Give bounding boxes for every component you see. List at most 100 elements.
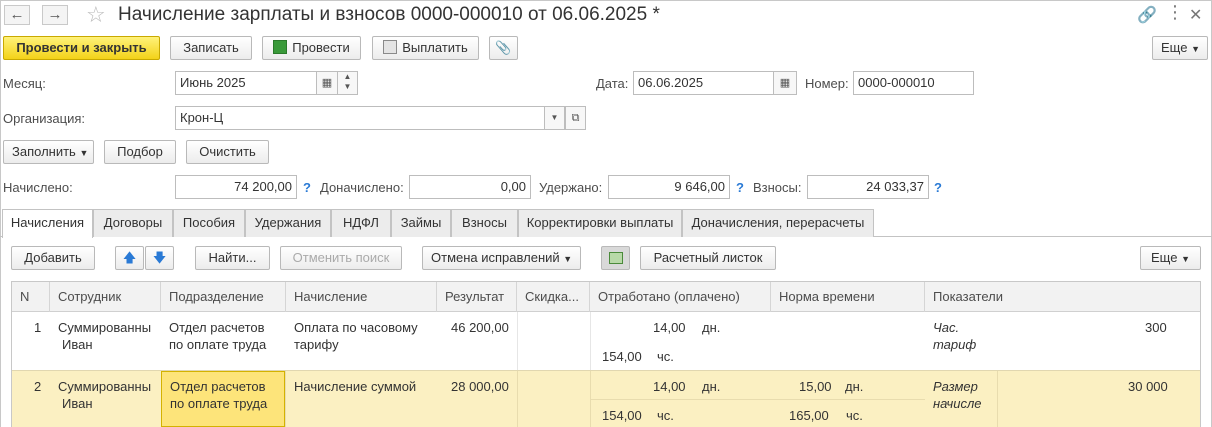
extra-label: Доначислено: bbox=[320, 180, 404, 195]
table-more-label: Еще bbox=[1151, 250, 1178, 265]
result: 46 200,00 bbox=[451, 320, 509, 335]
col-indicators[interactable]: Показатели bbox=[925, 282, 1200, 312]
accrued-field: 74 200,00 bbox=[175, 175, 297, 199]
org-dropdown-icon[interactable]: ▼ bbox=[544, 106, 565, 130]
worked-hours: 154,00 bbox=[602, 349, 642, 364]
indicator-name: Размер bbox=[933, 379, 978, 394]
attach-button[interactable]: 📎 bbox=[489, 36, 518, 60]
payslip-button[interactable]: Расчетный листок bbox=[640, 246, 776, 270]
month-input[interactable]: Июнь 2025 bbox=[175, 71, 317, 95]
fill-label: Заполнить bbox=[12, 144, 76, 159]
find-button[interactable]: Найти... bbox=[195, 246, 270, 270]
accrued-label: Начислено: bbox=[3, 180, 73, 195]
post-label: Провести bbox=[292, 40, 350, 55]
table-more-button[interactable]: Еще ▼ bbox=[1140, 246, 1201, 270]
col-accrual[interactable]: Начисление bbox=[286, 282, 437, 312]
pay-label: Выплатить bbox=[402, 40, 468, 55]
col-norm[interactable]: Норма времени bbox=[771, 282, 925, 312]
contrib-label: Взносы: bbox=[753, 180, 802, 195]
date-input[interactable]: 06.06.2025 bbox=[633, 71, 774, 95]
chevron-down-icon: ▼ bbox=[1181, 254, 1190, 264]
help-icon[interactable]: ? bbox=[934, 180, 942, 195]
page-title: Начисление зарплаты и взносов 0000-00001… bbox=[118, 4, 660, 25]
indicator-name-2: начисле bbox=[933, 396, 982, 411]
post-button[interactable]: Провести bbox=[262, 36, 361, 60]
cancel-search-button[interactable]: Отменить поиск bbox=[280, 246, 402, 270]
open-icon[interactable]: ⧉ bbox=[565, 106, 586, 130]
withheld-label: Удержано: bbox=[539, 180, 603, 195]
arrow-left-icon[interactable]: ← bbox=[4, 5, 30, 25]
chevron-down-icon: ▼ bbox=[563, 254, 573, 264]
arrow-right-icon[interactable]: → bbox=[42, 5, 68, 25]
tab-payment-corrections[interactable]: Корректировки выплаты bbox=[518, 209, 682, 237]
worked-days-unit: дн. bbox=[702, 379, 721, 394]
table-header: N Сотрудник Подразделение Начисление Рез… bbox=[12, 282, 1200, 312]
col-worked[interactable]: Отработано (оплачено) bbox=[590, 282, 771, 312]
col-result[interactable]: Результат bbox=[437, 282, 517, 312]
col-department[interactable]: Подразделение bbox=[161, 282, 286, 312]
cancel-corrections-button[interactable]: Отмена исправлений ▼ bbox=[422, 246, 581, 270]
col-employee[interactable]: Сотрудник bbox=[50, 282, 161, 312]
col-discount[interactable]: Скидка... bbox=[517, 282, 590, 312]
add-button[interactable]: Добавить bbox=[11, 246, 95, 270]
table-add-icon[interactable] bbox=[601, 246, 630, 270]
tab-recalculations[interactable]: Доначисления, перерасчеты bbox=[682, 209, 874, 237]
worked-hours-unit: чс. bbox=[657, 349, 674, 364]
move-down-icon[interactable]: 🡇 bbox=[145, 246, 174, 270]
month-label: Месяц: bbox=[3, 76, 46, 91]
department-2: по оплате труда bbox=[169, 337, 267, 352]
post-and-close-button[interactable]: Провести и закрыть bbox=[3, 36, 160, 60]
tab-contracts[interactable]: Договоры bbox=[93, 209, 173, 237]
save-button[interactable]: Записать bbox=[170, 36, 252, 60]
star-icon[interactable]: ☆ bbox=[86, 2, 106, 28]
help-icon[interactable]: ? bbox=[303, 180, 311, 195]
chevron-down-icon: ▼ bbox=[1191, 44, 1200, 54]
worked-hours: 154,00 bbox=[602, 408, 642, 423]
tab-benefits[interactable]: Пособия bbox=[173, 209, 245, 237]
department: Отдел расчетов bbox=[170, 379, 266, 394]
paperclip-icon: 📎 bbox=[495, 40, 512, 55]
indicator-value: 300 bbox=[1145, 320, 1167, 335]
link-icon[interactable]: 🔗 bbox=[1137, 5, 1157, 25]
pay-button[interactable]: Выплатить bbox=[372, 36, 479, 60]
pay-icon bbox=[383, 40, 398, 54]
indicator-name-2: тариф bbox=[933, 337, 977, 352]
number-input[interactable]: 0000-000010 bbox=[853, 71, 974, 95]
more-button[interactable]: Еще ▼ bbox=[1152, 36, 1208, 60]
help-icon[interactable]: ? bbox=[736, 180, 744, 195]
org-input[interactable]: Крон-Ц bbox=[175, 106, 545, 130]
fill-button[interactable]: Заполнить ▼ bbox=[3, 140, 94, 164]
tab-loans[interactable]: Займы bbox=[391, 209, 451, 237]
select-button[interactable]: Подбор bbox=[104, 140, 176, 164]
accrual-type: Начисление суммой bbox=[294, 379, 417, 394]
tab-contributions[interactable]: Взносы bbox=[451, 209, 518, 237]
department-2: по оплате труда bbox=[170, 396, 268, 411]
divider bbox=[590, 399, 925, 400]
worked-days-unit: дн. bbox=[702, 320, 721, 335]
tab-ndfl[interactable]: НДФЛ bbox=[331, 209, 391, 237]
move-up-icon[interactable]: 🡅 bbox=[115, 246, 144, 270]
col-n[interactable]: N bbox=[12, 282, 50, 312]
table-row-selected[interactable]: 2 Суммированны Иван Отдел расчетов по оп… bbox=[12, 370, 1200, 427]
clear-button[interactable]: Очистить bbox=[186, 140, 269, 164]
more-vertical-icon[interactable]: ⋮ bbox=[1166, 2, 1184, 23]
norm-days-unit: дн. bbox=[845, 379, 864, 394]
employee-name-2: Иван bbox=[62, 396, 93, 411]
row-number: 2 bbox=[34, 379, 42, 394]
withheld-field: 9 646,00 bbox=[608, 175, 730, 199]
more-label: Еще bbox=[1161, 40, 1188, 55]
date-calendar-icon[interactable]: ▦ bbox=[773, 71, 797, 95]
close-icon[interactable]: ✕ bbox=[1189, 5, 1202, 25]
org-label: Организация: bbox=[3, 111, 86, 126]
tab-accruals[interactable]: Начисления bbox=[2, 209, 93, 238]
row-number: 1 bbox=[34, 320, 42, 335]
month-stepper[interactable]: ▲ ▼ bbox=[337, 71, 358, 95]
divider bbox=[517, 312, 518, 370]
calendar-icon[interactable]: ▦ bbox=[316, 71, 338, 95]
tab-deductions[interactable]: Удержания bbox=[245, 209, 331, 237]
worked-days: 14,00 bbox=[653, 320, 686, 335]
contrib-field: 24 033,37 bbox=[807, 175, 929, 199]
norm-hours: 165,00 bbox=[789, 408, 829, 423]
divider bbox=[590, 312, 591, 370]
employee-name-2: Иван bbox=[62, 337, 93, 352]
